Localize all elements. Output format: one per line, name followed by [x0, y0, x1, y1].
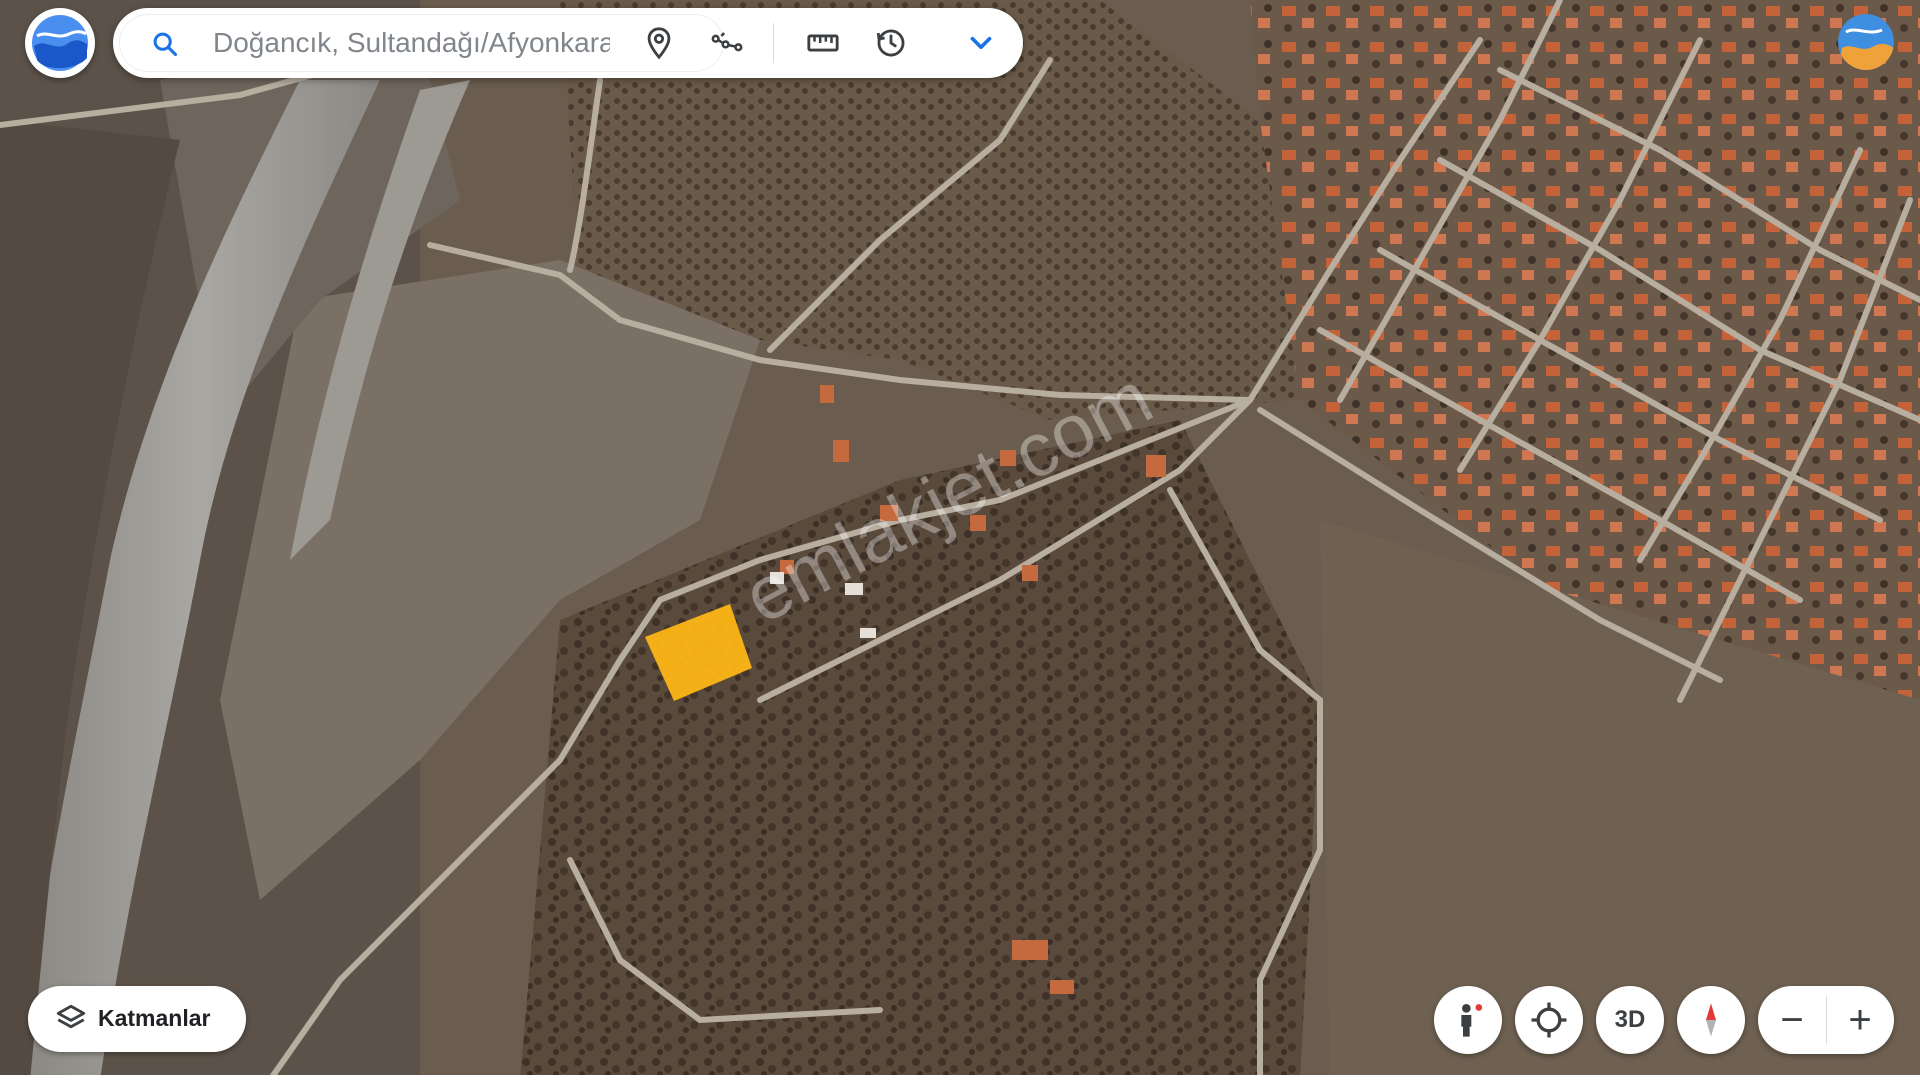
route-button[interactable]	[705, 21, 749, 65]
zoom-out-button[interactable]: −	[1758, 986, 1826, 1054]
street-view-button[interactable]	[1434, 986, 1502, 1054]
ruler-icon	[807, 34, 839, 52]
location-pin-icon	[647, 27, 671, 60]
measure-button[interactable]	[801, 21, 845, 65]
compass-icon	[1706, 1003, 1716, 1037]
history-button[interactable]	[869, 21, 913, 65]
expand-toolbar-button[interactable]	[959, 21, 1003, 65]
history-icon	[876, 29, 905, 57]
zoom-in-button[interactable]: +	[1826, 986, 1894, 1054]
search-icon[interactable]	[151, 30, 179, 58]
satellite-map[interactable]: emlakjet.com	[0, 0, 1920, 1080]
compass-button[interactable]	[1677, 986, 1745, 1054]
locate-icon	[1531, 1002, 1567, 1038]
bottom-strip	[0, 1075, 1920, 1080]
globe-icon	[1838, 14, 1894, 70]
pegman-icon	[1461, 1004, 1483, 1037]
search-bar: Doğancık, Sultandağı/Afyonkarahisar	[113, 8, 1023, 78]
route-icon	[711, 32, 743, 52]
app-logo[interactable]	[25, 8, 95, 78]
3d-toggle-button[interactable]: 3D	[1596, 986, 1664, 1054]
layers-label: Katmanlar	[98, 1005, 211, 1031]
location-button[interactable]	[637, 21, 681, 65]
chevron-down-icon	[970, 36, 992, 50]
zoom-controls: − +	[1758, 986, 1894, 1054]
3d-label: 3D	[1614, 1006, 1646, 1033]
earth-logo-icon	[27, 10, 93, 76]
search-input[interactable]: Doğancık, Sultandağı/Afyonkarahisar	[119, 14, 724, 72]
globe-avatar[interactable]	[1838, 14, 1894, 70]
layers-icon	[56, 1004, 86, 1029]
search-query-text[interactable]: Doğancık, Sultandağı/Afyonkarahisar	[213, 26, 610, 60]
toolbar-divider	[773, 23, 774, 63]
my-location-button[interactable]	[1515, 986, 1583, 1054]
layers-button[interactable]: Katmanlar	[28, 986, 246, 1052]
